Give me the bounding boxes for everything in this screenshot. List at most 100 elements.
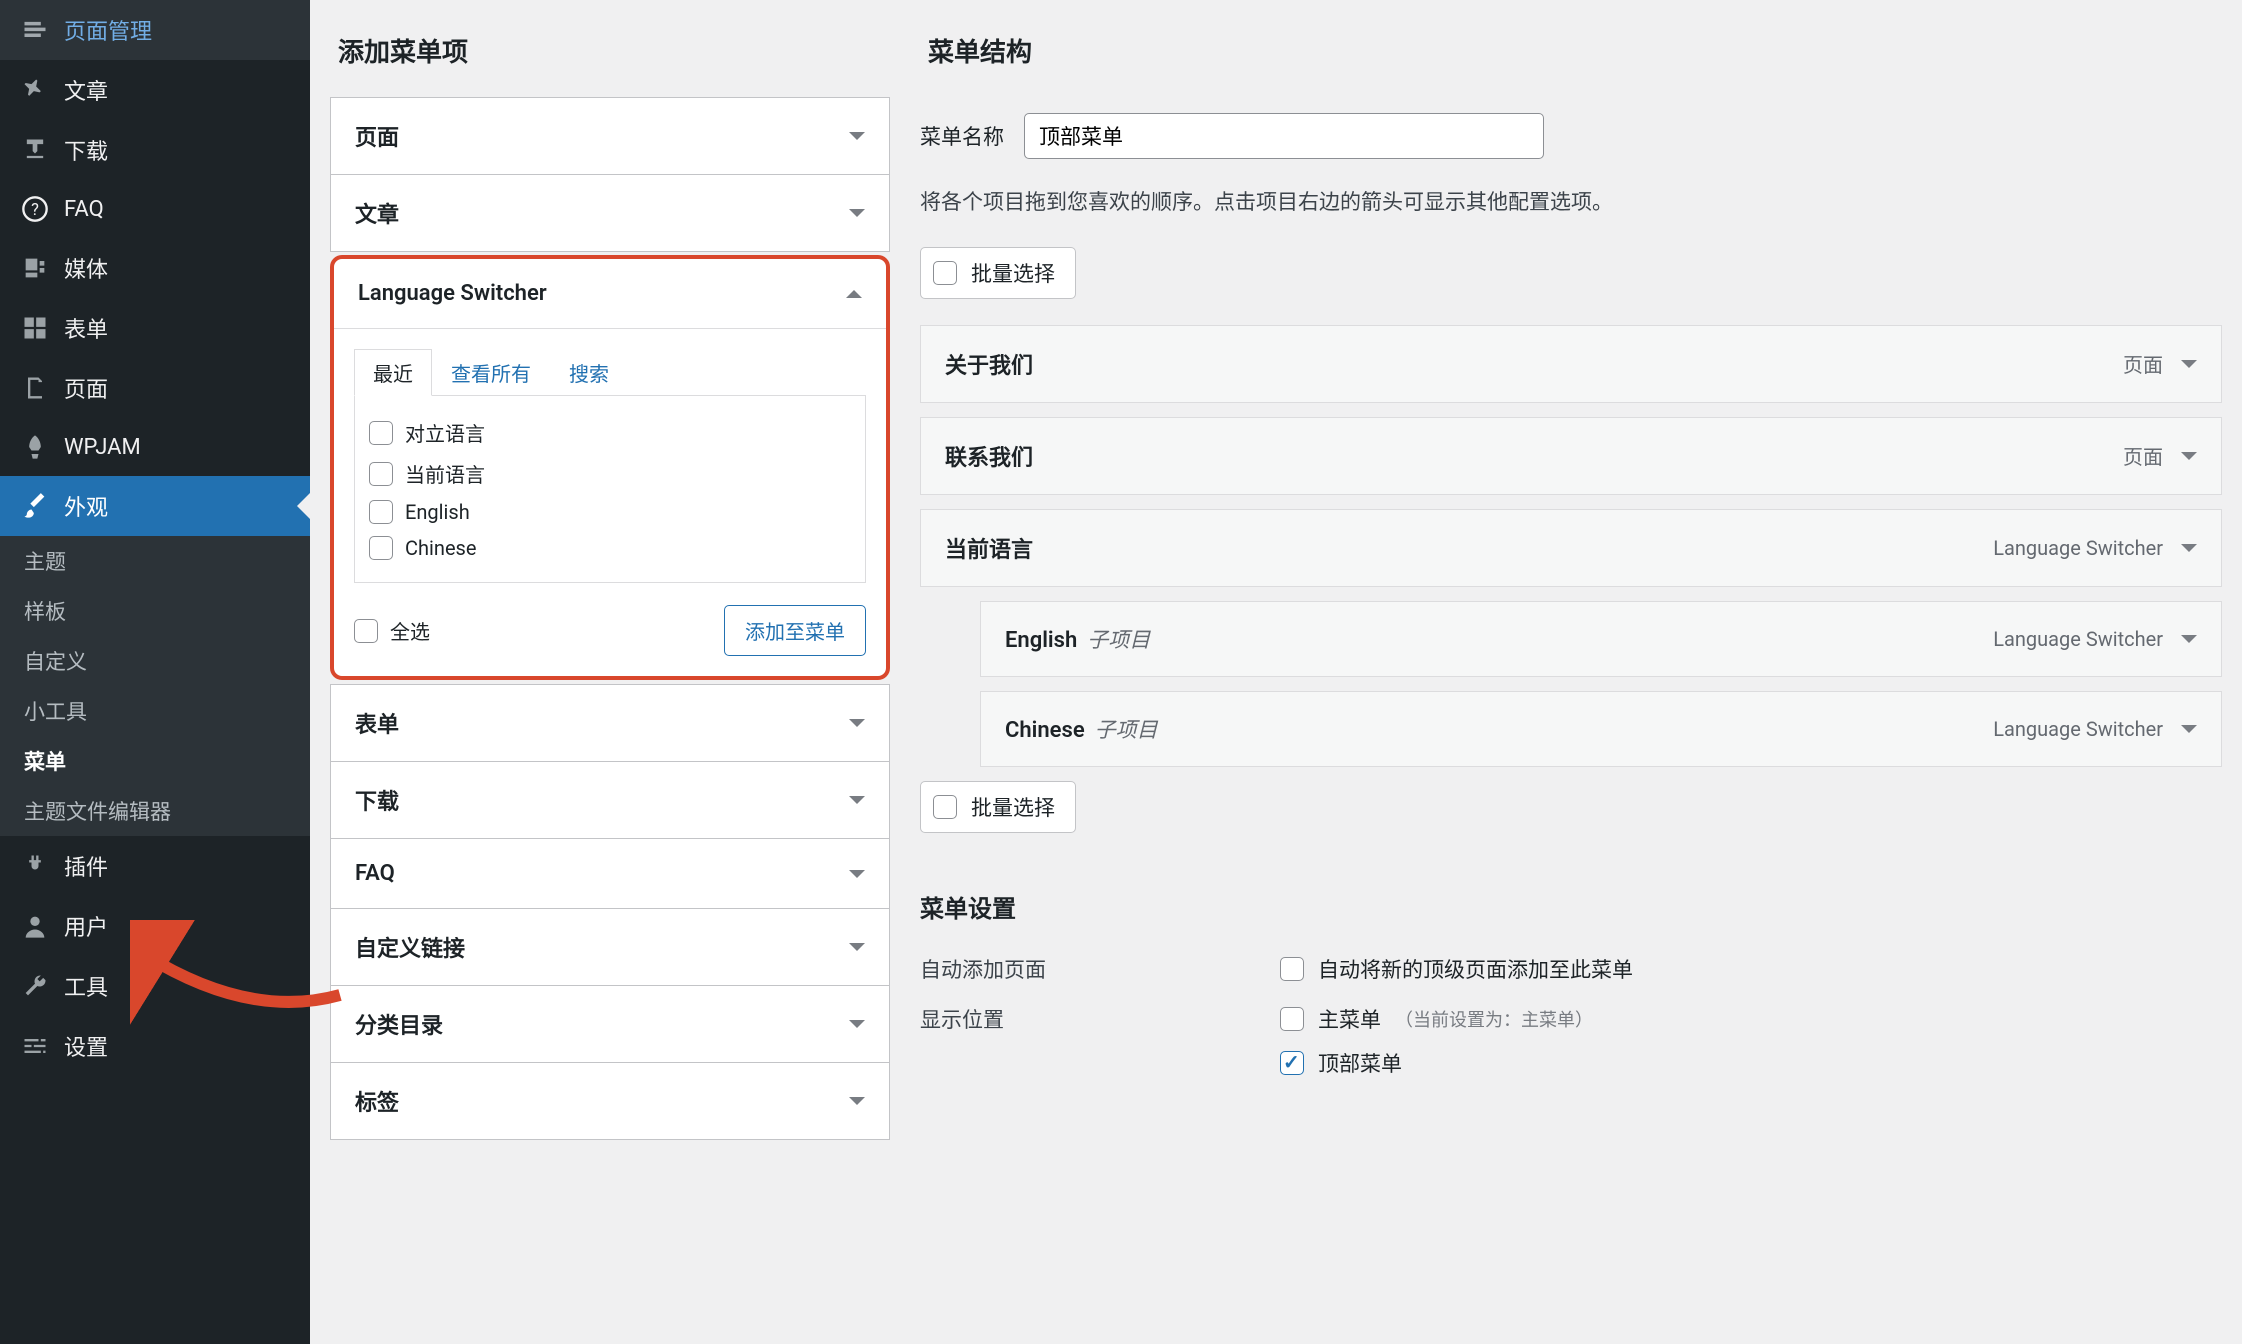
panel-tab[interactable]: 最近 xyxy=(354,349,432,396)
expand-icon xyxy=(849,796,865,812)
menu-structure-item[interactable]: 关于我们 页面 xyxy=(920,325,2222,403)
expand-icon xyxy=(849,1097,865,1113)
add-to-menu-button[interactable]: 添加至菜单 xyxy=(724,605,866,656)
user-icon xyxy=(20,911,50,941)
panel-title: 表单 xyxy=(355,707,399,739)
sidebar-item-help[interactable]: ?FAQ xyxy=(0,180,310,238)
sidebar-subitem[interactable]: 样板 xyxy=(0,586,310,636)
sidebar-item-brush[interactable]: 外观 xyxy=(0,476,310,536)
sidebar-subitem[interactable]: 自定义 xyxy=(0,636,310,686)
expand-icon xyxy=(2181,360,2197,376)
sidebar-item-plug[interactable]: 插件 xyxy=(0,836,310,896)
sidebar-item-grid[interactable]: 表单 xyxy=(0,298,310,358)
rocket-icon xyxy=(20,432,50,462)
batch-checkbox[interactable] xyxy=(933,261,957,285)
sidebar-item-download[interactable]: 下载 xyxy=(0,120,310,180)
page-icon xyxy=(20,373,50,403)
menu-item-type: Language Switcher xyxy=(1993,627,2163,651)
batch-select-button-bottom[interactable]: 批量选择 xyxy=(920,781,1076,833)
batch-checkbox[interactable] xyxy=(933,795,957,819)
sidebar-item-page[interactable]: 页面 xyxy=(0,358,310,418)
select-all-checkbox[interactable] xyxy=(354,619,378,643)
menu-item-label: 当前语言 xyxy=(945,538,1033,563)
accordion-panel: FAQ xyxy=(330,838,890,909)
option-checkbox[interactable] xyxy=(369,421,393,445)
menu-item-label: Chinese xyxy=(1005,718,1085,743)
option-checkbox[interactable] xyxy=(369,500,393,524)
sidebar-item-pages[interactable]: 页面管理 xyxy=(0,0,310,60)
auto-add-checkbox[interactable] xyxy=(1280,957,1304,981)
menu-structure-item[interactable]: English子项目Language Switcher xyxy=(980,601,2222,677)
menu-structure-item[interactable]: 联系我们页面 xyxy=(920,417,2222,495)
panel-tab[interactable]: 搜索 xyxy=(550,349,628,396)
sidebar-subitem[interactable]: 主题文件编辑器 xyxy=(0,786,310,836)
accordion-header[interactable]: 文章 xyxy=(331,175,889,251)
expand-icon xyxy=(849,943,865,959)
accordion-header[interactable]: 表单 xyxy=(331,685,889,761)
panel-title: 下载 xyxy=(355,784,399,816)
admin-sidebar: 页面管理文章下载 ?FAQ媒体表单页面WPJAM 外观主题样板自定义小工具菜单主题文… xyxy=(0,0,310,1344)
language-switcher-header[interactable]: Language Switcher xyxy=(334,259,886,328)
accordion-header[interactable]: 下载 xyxy=(331,762,889,838)
panel-title: 文章 xyxy=(355,197,399,229)
menu-structure-item[interactable]: Chinese 子项目 Language Switcher xyxy=(980,691,2222,767)
sidebar-subitem[interactable]: 小工具 xyxy=(0,686,310,736)
location-note: （当前设置为：主菜单） xyxy=(1395,1006,1593,1032)
language-switcher-panel: Language Switcher 最近查看所有搜索 对立语言当前语言 Engli… xyxy=(330,255,890,680)
sliders-icon xyxy=(20,1031,50,1061)
grid-icon xyxy=(20,313,50,343)
sidebar-item-user[interactable]: 用户 xyxy=(0,896,310,956)
pin-icon xyxy=(20,75,50,105)
sidebar-item-wrench[interactable]: 工具 xyxy=(0,956,310,1016)
sidebar-item-rocket[interactable]: WPJAM xyxy=(0,418,310,476)
menu-item-type: 页面 xyxy=(2123,349,2163,378)
accordion-panel: 分类目录 xyxy=(330,985,890,1063)
sidebar-label: 工具 xyxy=(64,970,108,1002)
wrench-icon xyxy=(20,971,50,1001)
panel-title: FAQ xyxy=(355,861,395,886)
menu-item-subtitle: 子项目 xyxy=(1095,719,1158,743)
option-label: English xyxy=(405,500,470,524)
drag-hint: 将各个项目拖到您喜欢的顺序。点击项目右边的箭头可显示其他配置选项。 xyxy=(920,187,2222,221)
menu-item-type: Language Switcher xyxy=(1993,717,2163,741)
sidebar-subitem[interactable]: 主题 xyxy=(0,536,310,586)
panel-tab[interactable]: 查看所有 xyxy=(432,349,550,396)
accordion-header[interactable]: 分类目录 xyxy=(331,986,889,1062)
sidebar-label: 外观 xyxy=(64,490,108,522)
expand-icon xyxy=(2181,725,2197,741)
sidebar-label: 下载 xyxy=(64,134,108,166)
main-content: 添加菜单项 页面文章 Language Switcher 最近查看所有搜索 对立… xyxy=(310,0,2242,1344)
sidebar-item-media[interactable]: 媒体 xyxy=(0,238,310,298)
batch-select-button-top[interactable]: 批量选择 xyxy=(920,247,1076,299)
location-checkbox[interactable] xyxy=(1280,1051,1304,1075)
location-checkbox[interactable] xyxy=(1280,1007,1304,1031)
accordion-header[interactable]: 自定义链接 xyxy=(331,909,889,985)
accordion-header[interactable]: 页面 xyxy=(331,98,889,174)
expand-icon xyxy=(849,1020,865,1036)
accordion-panel: 自定义链接 xyxy=(330,908,890,986)
help-icon: ? xyxy=(20,194,50,224)
accordion-header[interactable]: FAQ xyxy=(331,839,889,908)
menu-name-label: 菜单名称 xyxy=(920,121,1004,151)
menu-item-label: 关于我们 xyxy=(945,354,1033,379)
accordion-header[interactable]: 标签 xyxy=(331,1063,889,1139)
sidebar-subitem[interactable]: 菜单 xyxy=(0,736,310,786)
option-label: 当前语言 xyxy=(405,459,485,488)
menu-structure-item[interactable]: 当前语言Language Switcher xyxy=(920,509,2222,587)
menu-name-input[interactable] xyxy=(1024,113,1544,159)
sidebar-item-pin[interactable]: 文章 xyxy=(0,60,310,120)
brush-icon xyxy=(20,491,50,521)
option-checkbox[interactable] xyxy=(369,462,393,486)
option-checkbox[interactable] xyxy=(369,536,393,560)
display-location-label: 显示位置 xyxy=(920,1004,1280,1078)
plug-icon xyxy=(20,851,50,881)
download-icon xyxy=(20,135,50,165)
panel-title: 页面 xyxy=(355,120,399,152)
accordion-panel: 表单 xyxy=(330,684,890,762)
sidebar-item-sliders[interactable]: 设置 xyxy=(0,1016,310,1076)
menu-item-label: English xyxy=(1005,628,1077,653)
sidebar-label: 文章 xyxy=(64,74,108,106)
menu-settings-title: 菜单设置 xyxy=(920,859,2222,944)
option-label: 对立语言 xyxy=(405,418,485,447)
pages-icon xyxy=(20,15,50,45)
